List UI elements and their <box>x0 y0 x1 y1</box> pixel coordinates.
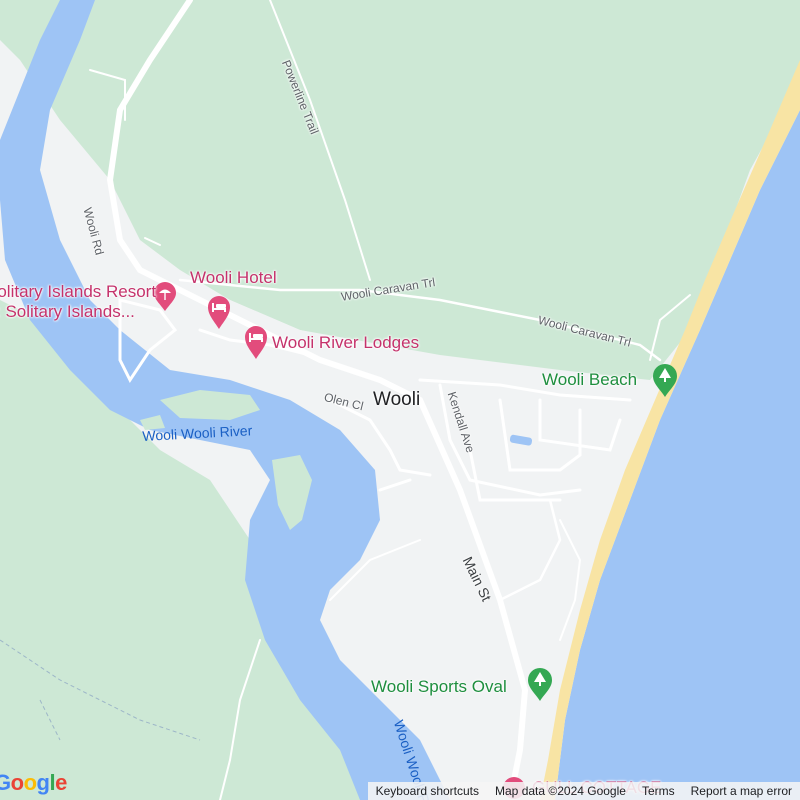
wooli-beach-pin[interactable] <box>651 362 677 397</box>
attribution-bar: Keyboard shortcuts Map data ©2024 Google… <box>367 782 800 800</box>
keyboard-shortcuts-link[interactable]: Keyboard shortcuts <box>368 784 487 798</box>
terms-link[interactable]: Terms <box>634 784 683 798</box>
wooli-sports-oval-label[interactable]: Wooli Sports Oval <box>371 677 507 697</box>
map-data-text: Map data ©2024 Google <box>495 784 626 798</box>
wooli-sports-oval-pin[interactable] <box>526 666 552 701</box>
report-map-error-link[interactable]: Report a map error <box>683 784 800 798</box>
bed-icon <box>245 326 267 359</box>
town-label: Wooli <box>373 389 421 410</box>
map-canvas[interactable]: Solitary Islands Resort : Solitary Islan… <box>0 0 800 800</box>
wooli-hotel-pin[interactable] <box>206 292 232 329</box>
google-logo[interactable]: Google <box>0 770 67 796</box>
resort-label-line2[interactable]: : Solitary Islands... <box>0 302 135 322</box>
bed-icon <box>208 296 230 329</box>
tree-icon <box>653 364 677 397</box>
wooli-river-lodges-pin[interactable] <box>243 322 269 359</box>
wooli-beach-label[interactable]: Wooli Beach <box>542 370 637 390</box>
wooli-river-lodges-label[interactable]: Wooli River Lodges <box>272 333 419 353</box>
resort-label[interactable]: Solitary Islands Resort <box>0 282 156 302</box>
wooli-hotel-label[interactable]: Wooli Hotel <box>190 268 277 288</box>
tree-icon <box>528 668 552 701</box>
